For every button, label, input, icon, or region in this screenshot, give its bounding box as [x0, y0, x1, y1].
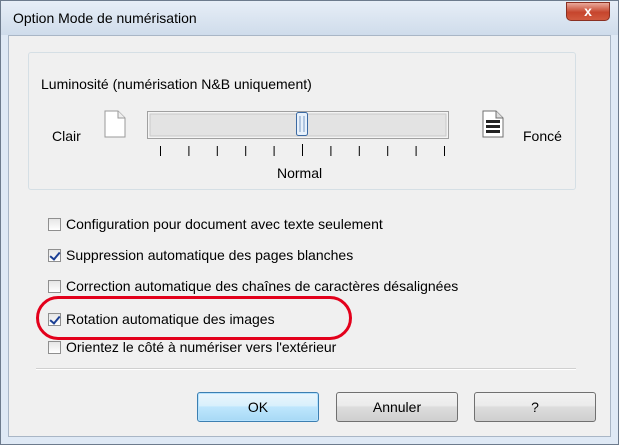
- slider-ticks: [160, 144, 445, 156]
- checkbox[interactable]: [48, 279, 61, 293]
- option-label: Orientez le côté à numériser vers l'exté…: [66, 339, 337, 355]
- option-face-outward[interactable]: Orientez le côté à numériser vers l'exté…: [48, 338, 336, 356]
- divider: [36, 368, 576, 370]
- brightness-slider-thumb[interactable]: [296, 112, 308, 136]
- normal-label: Normal: [277, 165, 323, 181]
- light-label: Clair: [52, 128, 81, 144]
- checkbox[interactable]: [48, 248, 61, 262]
- highlight-annotation: [36, 296, 352, 340]
- ok-button[interactable]: OK: [197, 392, 319, 422]
- option-blank-page-removal[interactable]: Suppression automatique des pages blanch…: [48, 246, 353, 264]
- cancel-button[interactable]: Annuler: [336, 392, 458, 422]
- option-label: Correction automatique des chaînes de ca…: [66, 278, 459, 294]
- checkbox[interactable]: [48, 217, 61, 231]
- help-button[interactable]: ?: [474, 392, 596, 422]
- option-label: Suppression automatique des pages blanch…: [66, 247, 354, 263]
- light-document-icon: [104, 110, 126, 138]
- close-button[interactable]: x: [566, 2, 610, 21]
- option-label: Configuration pour document avec texte s…: [66, 216, 383, 232]
- brightness-group-label: Luminosité (numérisation N&B uniquement): [38, 76, 315, 92]
- dark-label: Foncé: [523, 128, 562, 144]
- window-title: Option Mode de numérisation: [13, 10, 197, 26]
- option-text-only[interactable]: Configuration pour document avec texte s…: [48, 215, 383, 233]
- checkbox[interactable]: [48, 340, 61, 354]
- dark-document-icon: [482, 110, 504, 138]
- option-deskew[interactable]: Correction automatique des chaînes de ca…: [48, 277, 458, 295]
- title-bar[interactable]: Option Mode de numérisation x: [1, 1, 618, 35]
